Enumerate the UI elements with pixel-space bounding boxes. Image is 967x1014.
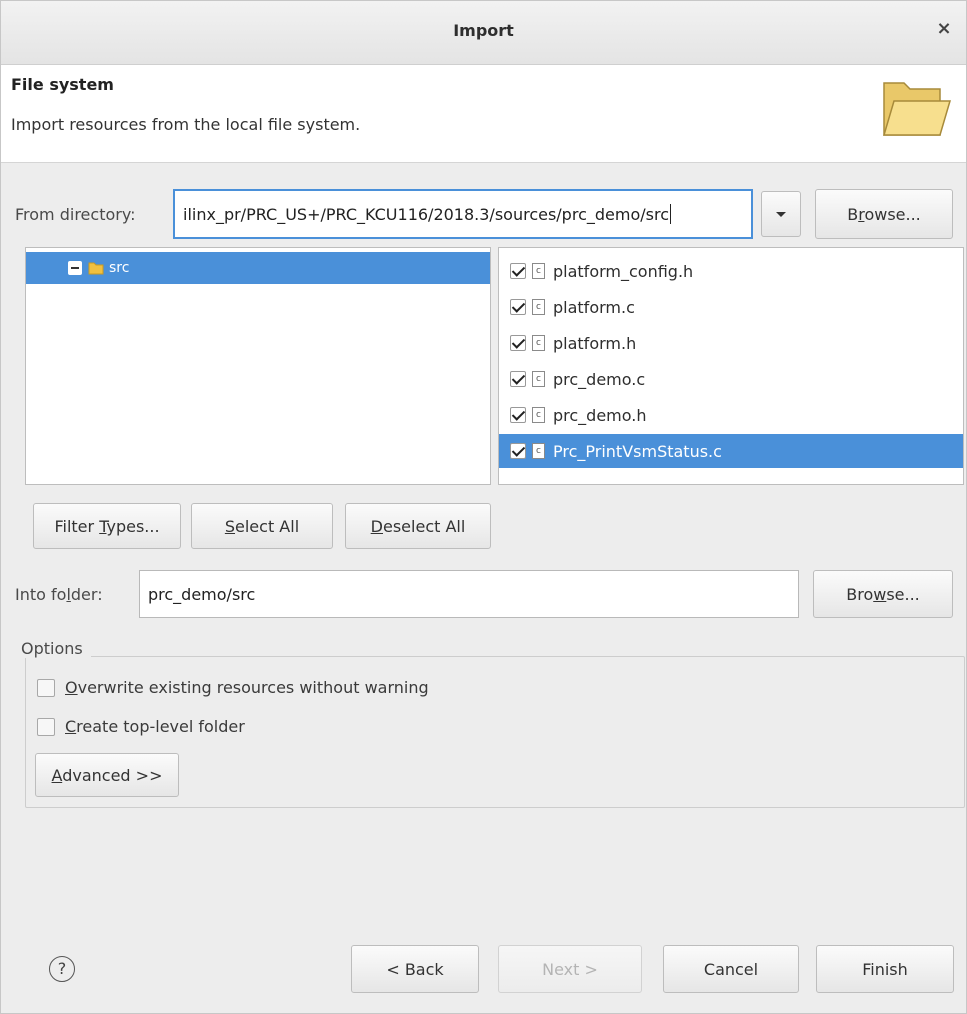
tree-collapse-checkbox[interactable]	[68, 261, 82, 275]
advanced-button[interactable]: Advanced >>	[35, 753, 179, 797]
into-folder-input[interactable]: prc_demo/src	[139, 570, 799, 618]
file-item[interactable]: c platform_config.h	[499, 254, 963, 288]
toplevel-label: Create top-level folder	[65, 717, 245, 736]
into-folder-value: prc_demo/src	[148, 584, 256, 604]
cancel-button[interactable]: Cancel	[663, 945, 799, 993]
c-file-icon: c	[532, 371, 545, 387]
chevron-down-icon	[776, 212, 786, 217]
file-name: prc_demo.c	[553, 369, 646, 389]
from-directory-value: ilinx_pr/PRC_US+/PRC_KCU116/2018.3/sourc…	[183, 204, 669, 224]
filter-types-button[interactable]: Filter Types...	[33, 503, 181, 549]
select-all-button[interactable]: Select All	[191, 503, 333, 549]
folder-tree[interactable]: src	[25, 247, 491, 485]
text-caret	[669, 204, 671, 224]
finish-button[interactable]: Finish	[816, 945, 954, 993]
file-item[interactable]: c Prc_PrintVsmStatus.c	[499, 434, 963, 468]
file-name: platform.h	[553, 333, 637, 353]
tree-item-label: src	[109, 260, 130, 276]
page-title: File system	[11, 75, 114, 94]
file-checkbox[interactable]	[510, 263, 526, 279]
help-icon[interactable]: ?	[49, 956, 75, 982]
overwrite-option[interactable]: Overwrite existing resources without war…	[37, 678, 429, 697]
select-all-label: Select All	[224, 516, 300, 536]
browse-directory-button[interactable]: Browse...	[815, 189, 953, 239]
window-title: Import	[453, 21, 514, 40]
file-list[interactable]: c platform_config.h c platform.c c platf…	[498, 247, 964, 485]
title-bar: Import ×	[1, 1, 966, 65]
c-file-icon: c	[532, 299, 545, 315]
file-name: Prc_PrintVsmStatus.c	[553, 441, 722, 461]
file-item[interactable]: c prc_demo.h	[499, 398, 963, 432]
into-folder-label: Into folder:	[15, 585, 103, 604]
close-icon[interactable]: ×	[932, 17, 956, 41]
from-directory-label: From directory:	[15, 205, 136, 224]
file-item[interactable]: c platform.c	[499, 290, 963, 324]
file-item[interactable]: c platform.h	[499, 326, 963, 360]
file-name: platform_config.h	[553, 261, 694, 281]
file-name: prc_demo.h	[553, 405, 647, 425]
file-item[interactable]: c prc_demo.c	[499, 362, 963, 396]
file-checkbox[interactable]	[510, 443, 526, 459]
directory-history-dropdown[interactable]	[761, 191, 801, 237]
options-legend: Options	[21, 639, 91, 658]
browse-folder-label: Browse...	[846, 584, 920, 604]
from-directory-input[interactable]: ilinx_pr/PRC_US+/PRC_KCU116/2018.3/sourc…	[173, 189, 753, 239]
browse-directory-label: Browse...	[847, 204, 921, 224]
c-file-icon: c	[532, 407, 545, 423]
browse-folder-button[interactable]: Browse...	[813, 570, 953, 618]
toplevel-checkbox[interactable]	[37, 717, 55, 736]
folder-icon	[88, 262, 104, 275]
deselect-all-label: Deselect All	[370, 516, 466, 536]
file-checkbox[interactable]	[510, 371, 526, 387]
page-description: Import resources from the local file sys…	[11, 115, 361, 134]
file-name: platform.c	[553, 297, 635, 317]
deselect-all-button[interactable]: Deselect All	[345, 503, 491, 549]
advanced-label: Advanced >>	[51, 765, 163, 785]
toplevel-option[interactable]: Create top-level folder	[37, 717, 245, 736]
filter-types-label: Filter Types...	[54, 516, 160, 536]
import-dialog: Import × File system Import resources fr…	[0, 0, 967, 1014]
overwrite-checkbox[interactable]	[37, 678, 55, 697]
back-button[interactable]: < Back	[351, 945, 479, 993]
tree-item-src[interactable]: src	[26, 252, 490, 284]
overwrite-label: Overwrite existing resources without war…	[65, 678, 429, 697]
c-file-icon: c	[532, 443, 545, 459]
folder-icon	[882, 82, 952, 136]
file-checkbox[interactable]	[510, 407, 526, 423]
c-file-icon: c	[532, 263, 545, 279]
file-checkbox[interactable]	[510, 335, 526, 351]
file-checkbox[interactable]	[510, 299, 526, 315]
wizard-header: File system Import resources from the lo…	[1, 65, 966, 163]
next-button[interactable]: Next >	[498, 945, 642, 993]
c-file-icon: c	[532, 335, 545, 351]
